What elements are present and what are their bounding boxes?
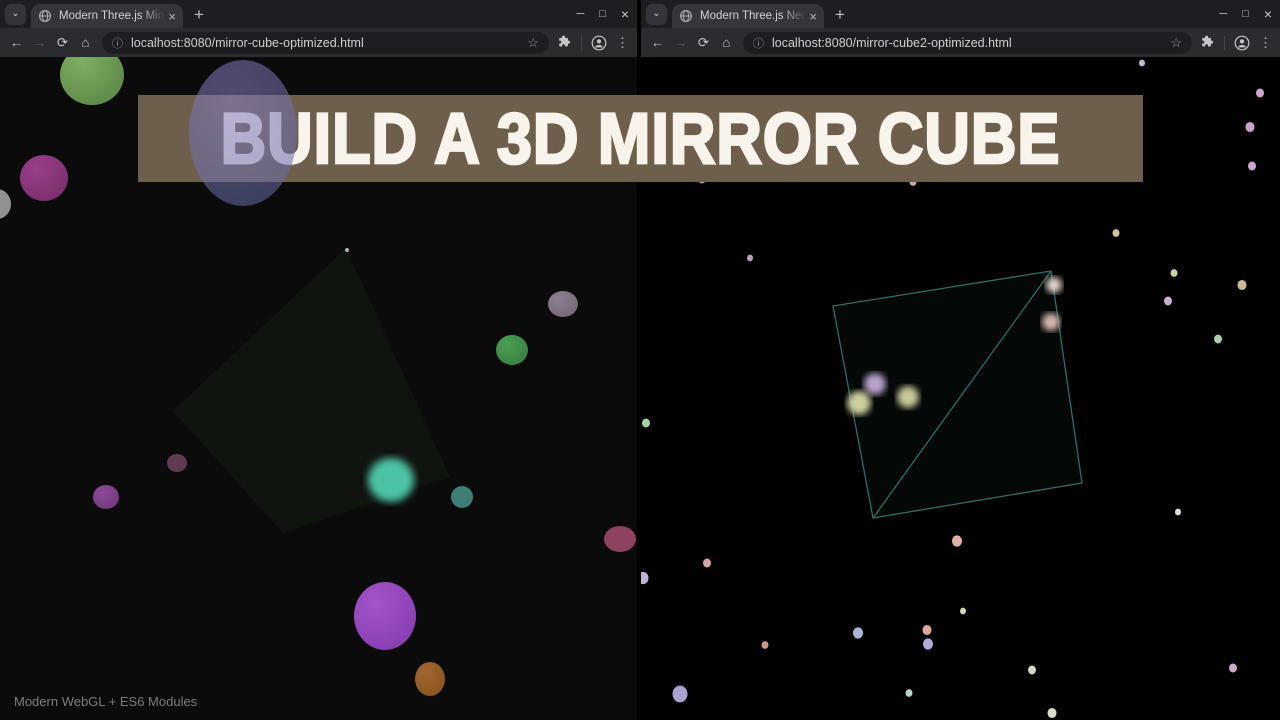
neon-particle [1164,296,1172,306]
profile-icon[interactable] [1234,35,1250,51]
banner-title-text: BUILD A 3D MIRROR CUBE [219,97,1061,180]
particle-sphere [354,582,416,650]
neon-particle [672,685,688,703]
neon-particle [1170,269,1178,277]
maximize-button[interactable]: □ [1242,8,1249,20]
particle-sphere [368,458,414,502]
tab-search-button[interactable]: ⌄ [5,3,26,25]
titlebar-left: ⌄ Modern Three.js Mirror × + ─ □ × [0,0,637,28]
new-tab-button[interactable]: + [835,6,845,23]
neon-particle [1248,161,1256,171]
minimize-button[interactable]: ─ [1219,8,1227,20]
globe-favicon-icon [38,9,52,23]
neon-particle [1112,229,1120,237]
glow-particle [1046,277,1062,293]
address-bar[interactable]: ⓘ localhost:8080/mirror-cube-optimized.h… [102,31,549,54]
glow-particle [847,391,871,415]
back-icon[interactable]: ← [646,35,669,50]
tab-neon-cube[interactable]: Modern Three.js Neon × [672,4,824,28]
site-info-icon[interactable]: ⓘ [112,35,123,51]
neon-wireframe-cube [832,270,1083,519]
close-button[interactable]: × [1264,7,1272,21]
video-title-banner: BUILD A 3D MIRROR CUBE [138,95,1143,182]
neon-particle [853,627,863,639]
extensions-icon[interactable] [1200,35,1215,50]
bookmark-star-icon[interactable]: ☆ [1170,35,1182,51]
tab-close-icon[interactable]: × [168,10,176,23]
globe-favicon-icon [679,9,693,23]
menu-kebab-icon[interactable]: ⋮ [1259,35,1272,51]
particle-sphere [0,189,11,219]
particle-sphere [451,486,473,508]
toolbar-left: ← → ⟳ ⌂ ⓘ localhost:8080/mirror-cube-opt… [0,28,637,57]
neon-particle [922,624,932,636]
glow-particle [864,373,886,395]
back-icon[interactable]: ← [5,35,28,50]
site-info-icon[interactable]: ⓘ [753,35,764,51]
neon-particle [761,641,769,649]
neon-particle [747,254,753,262]
particle-sphere [93,485,119,509]
bookmark-star-icon[interactable]: ☆ [527,35,539,51]
neon-particle [1214,334,1222,344]
neon-particle [905,689,913,697]
particle-sphere [604,526,636,552]
toolbar-separator [1224,35,1225,50]
neon-particle [1175,508,1181,516]
extensions-icon[interactable] [557,35,572,50]
neon-particle [703,558,711,568]
particle-sphere [415,662,445,696]
scene-credit-text: Modern WebGL + ES6 Modules [14,694,198,709]
neon-particle [1237,279,1247,291]
forward-icon[interactable]: → [28,35,51,50]
neon-particle [1028,665,1036,675]
close-button[interactable]: × [621,7,629,21]
profile-icon[interactable] [591,35,607,51]
new-tab-button[interactable]: + [194,6,204,23]
particle-sphere [496,335,528,365]
home-icon[interactable]: ⌂ [74,35,97,50]
neon-particle [1139,59,1145,67]
neon-particle [1047,707,1057,719]
toolbar-right: ← → ⟳ ⌂ ⓘ localhost:8080/mirror-cube2-op… [641,28,1280,57]
minimize-button[interactable]: ─ [576,8,584,20]
maximize-button[interactable]: □ [599,8,606,20]
url-text[interactable]: localhost:8080/mirror-cube-optimized.htm… [131,36,521,50]
menu-kebab-icon[interactable]: ⋮ [616,35,629,51]
neon-particle [960,607,966,615]
glow-particle [897,386,919,408]
neon-particle [923,638,933,650]
tab-close-icon[interactable]: × [809,10,817,23]
home-icon[interactable]: ⌂ [715,35,738,50]
particle-sphere [60,57,124,105]
neon-particle [952,535,962,547]
chevron-down-icon: ⌄ [652,8,661,19]
particle-sphere [548,291,578,317]
cube-edge-highlight [345,248,349,252]
titlebar-right: ⌄ Modern Three.js Neon × + ─ □ × [641,0,1280,28]
forward-icon[interactable]: → [669,35,692,50]
reload-icon[interactable]: ⟳ [51,35,74,51]
toolbar-separator [581,35,582,50]
particle-sphere [20,155,68,201]
reload-icon[interactable]: ⟳ [692,35,715,51]
tab-title: Modern Three.js Neon [700,10,807,22]
tab-title: Modern Three.js Mirror [59,10,166,22]
url-text[interactable]: localhost:8080/mirror-cube2-optimized.ht… [772,36,1164,50]
particle-sphere [167,454,187,472]
neon-particle [1245,121,1255,133]
neon-particle [1256,88,1264,98]
neon-particle [641,571,649,585]
neon-particle [1229,663,1237,673]
tab-search-button[interactable]: ⌄ [646,3,667,25]
neon-particle [642,418,650,428]
glow-particle [1042,313,1060,331]
chevron-down-icon: ⌄ [11,8,20,19]
address-bar[interactable]: ⓘ localhost:8080/mirror-cube2-optimized.… [743,31,1192,54]
tab-mirror-cube[interactable]: Modern Three.js Mirror × [31,4,183,28]
